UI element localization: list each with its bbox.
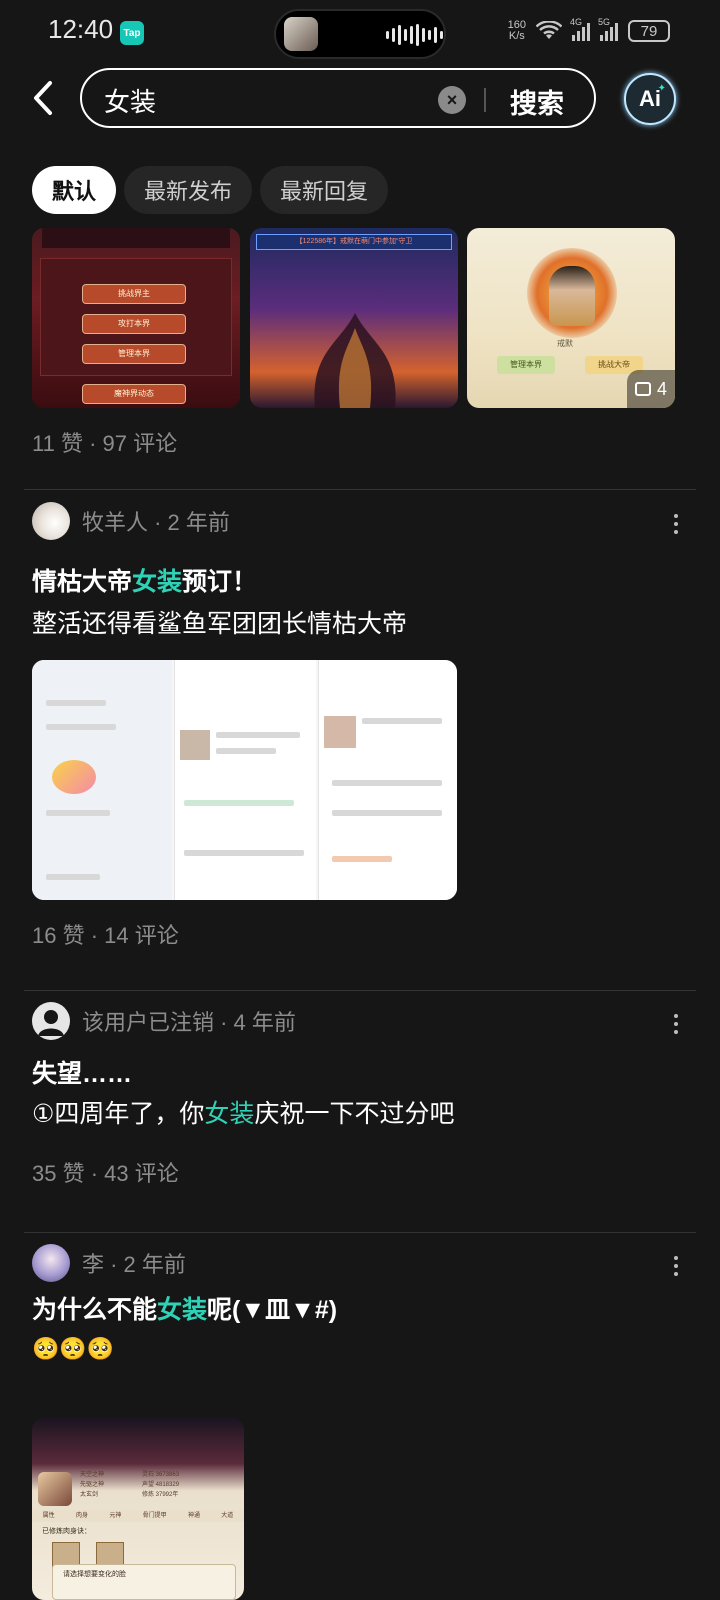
- close-icon: ×: [446, 89, 458, 110]
- title-highlight: 女装: [157, 1296, 208, 1324]
- thumb-button: 管理本界: [497, 356, 555, 374]
- game-stat: 先驱之神: [80, 1482, 105, 1488]
- post-stats: 16 赞 · 14 评论: [32, 923, 179, 948]
- post-image-3[interactable]: 戒默 管理本界 挑战大帝 4: [467, 228, 675, 408]
- post-body[interactable]: ①四周年了，你女装庆祝一下不过分吧: [32, 1094, 454, 1130]
- post-image-2[interactable]: 【122586年】戒默在萌门中参加“守卫: [250, 228, 458, 408]
- title-text: 情枯大帝: [32, 568, 133, 596]
- thumb-button: 魔神界动态: [82, 384, 186, 404]
- dynamic-island[interactable]: [274, 9, 446, 59]
- post-stats: 11 赞 · 97 评论: [32, 431, 178, 456]
- status-bar: 12:40 Tap 160 K/s 4G 5G 79: [0, 0, 720, 66]
- post-image[interactable]: 天空之神 先驱之神 太玄剑 灵石 3673863 声望 4818329 修炼 3…: [32, 1418, 244, 1600]
- chevron-left-icon: [34, 81, 52, 115]
- ai-assistant-button[interactable]: Ai ✦: [624, 73, 676, 125]
- sparkle-icon: ✦: [657, 83, 666, 94]
- more-options-button[interactable]: [664, 512, 688, 536]
- author-row: 该用户已注销 · 4 年前: [32, 1002, 296, 1040]
- image-count: 4: [656, 378, 667, 399]
- post-title[interactable]: 为什么不能女装呢(▼皿▼#): [32, 1290, 337, 1326]
- body-text: ①四周年了，你: [32, 1100, 205, 1128]
- game-tab: 神通: [187, 1513, 200, 1519]
- default-avatar-icon[interactable]: [32, 1002, 70, 1040]
- body-highlight: 女装: [204, 1100, 255, 1128]
- more-options-button[interactable]: [664, 1012, 688, 1036]
- thumb-button: 管理本界: [82, 344, 186, 364]
- search-input[interactable]: 女装: [104, 82, 156, 119]
- post-title[interactable]: 情枯大帝女装预订！: [32, 562, 257, 598]
- gallery-icon: [634, 382, 651, 396]
- thumb-banner: 【122586年】戒默在萌门中参加“守卫: [256, 234, 452, 250]
- game-tab: 大道: [221, 1513, 234, 1519]
- game-tab: 属性: [42, 1513, 55, 1519]
- title-highlight: 女装: [132, 568, 183, 596]
- tab-default[interactable]: 默认: [32, 166, 117, 214]
- clock: 12:40: [48, 14, 114, 44]
- game-stat: 声望 4818329: [142, 1482, 180, 1488]
- clear-search-button[interactable]: ×: [438, 86, 466, 114]
- author-meta[interactable]: 李 · 2 年前: [82, 1247, 186, 1279]
- taptap-notification-icon: Tap: [120, 21, 144, 45]
- wifi-icon: [536, 21, 562, 39]
- post-stats: 35 赞 · 43 评论: [32, 1161, 179, 1186]
- body-text: 庆祝一下不过分吧: [254, 1100, 455, 1128]
- post-image[interactable]: [32, 660, 457, 900]
- game-tab: 肉身: [75, 1513, 88, 1519]
- signal-sim2-icon: 5G: [598, 17, 618, 41]
- avatar[interactable]: [32, 502, 70, 540]
- author-row: 牧羊人 · 2 年前: [32, 502, 230, 540]
- signal-sim1-icon: 4G: [570, 17, 590, 41]
- flame-figure-illustration: [314, 313, 396, 408]
- game-tab: 元神: [109, 1513, 122, 1519]
- avatar[interactable]: [32, 1244, 70, 1282]
- back-button[interactable]: [28, 80, 58, 116]
- title-text: 呢(▼皿▼#): [207, 1296, 338, 1324]
- author-meta[interactable]: 该用户已注销 · 4 年前: [82, 1005, 296, 1037]
- game-label: 已修炼肉身诀：: [42, 1528, 91, 1535]
- status-icons: 160 K/s 4G 5G 79: [507, 17, 670, 42]
- thumb-button: 攻打本界: [82, 314, 186, 334]
- post-card[interactable]: 李 · 2 年前 为什么不能女装呢(▼皿▼#) 🥺🥺🥺 天空之神 先驱之神 太玄…: [32, 1244, 688, 1600]
- search-bar[interactable]: 女装 × 搜索: [80, 68, 596, 128]
- author-meta[interactable]: 牧羊人 · 2 年前: [82, 505, 230, 537]
- post-divider: [24, 1232, 696, 1233]
- post-title[interactable]: 失望……: [32, 1054, 132, 1090]
- game-stat: 修炼 37992年: [142, 1492, 179, 1498]
- post-card[interactable]: 该用户已注销 · 4 年前 失望…… ①四周年了，你女装庆祝一下不过分吧 35 …: [32, 1002, 688, 1212]
- game-popup-title: 请选择想要变化的脸: [63, 1571, 126, 1578]
- title-text: 预订！: [182, 568, 258, 596]
- post-body-emoji[interactable]: 🥺🥺🥺: [32, 1336, 114, 1362]
- image-count-badge: 4: [627, 370, 675, 408]
- post-body[interactable]: 整活还得看鲨鱼军团团长情枯大帝: [32, 604, 407, 640]
- game-stat: 太玄剑: [80, 1492, 99, 1498]
- thumb-button: 挑战界主: [82, 284, 186, 304]
- audio-waveform-icon: [386, 24, 443, 46]
- media-artwork: [284, 17, 318, 51]
- thumb-name: 戒默: [557, 339, 573, 348]
- author-row: 李 · 2 年前: [32, 1244, 186, 1282]
- game-tab: 骨门提甲: [142, 1513, 167, 1519]
- post-card[interactable]: 牧羊人 · 2 年前 情枯大帝女装预订！ 整活还得看鲨鱼军团团长情枯大帝 16 …: [32, 502, 688, 962]
- post-divider: [24, 489, 696, 490]
- game-stat: 天空之神: [80, 1472, 105, 1478]
- search-divider: [484, 88, 486, 112]
- post-divider: [24, 990, 696, 991]
- more-options-button[interactable]: [664, 1254, 688, 1278]
- game-stat: 灵石 3673863: [142, 1472, 180, 1478]
- sort-tabs: 默认 最新发布 最新回复: [32, 166, 389, 214]
- search-button[interactable]: 搜索: [510, 82, 564, 121]
- network-speed: 160 K/s: [507, 19, 526, 42]
- battery-indicator: 79: [628, 20, 670, 42]
- post-image-1[interactable]: 挑战界主 攻打本界 管理本界 魔神界动态: [32, 228, 240, 408]
- title-text: 为什么不能: [32, 1296, 158, 1324]
- tab-latest-reply[interactable]: 最新回复: [260, 166, 389, 214]
- tab-latest-post[interactable]: 最新发布: [124, 166, 253, 214]
